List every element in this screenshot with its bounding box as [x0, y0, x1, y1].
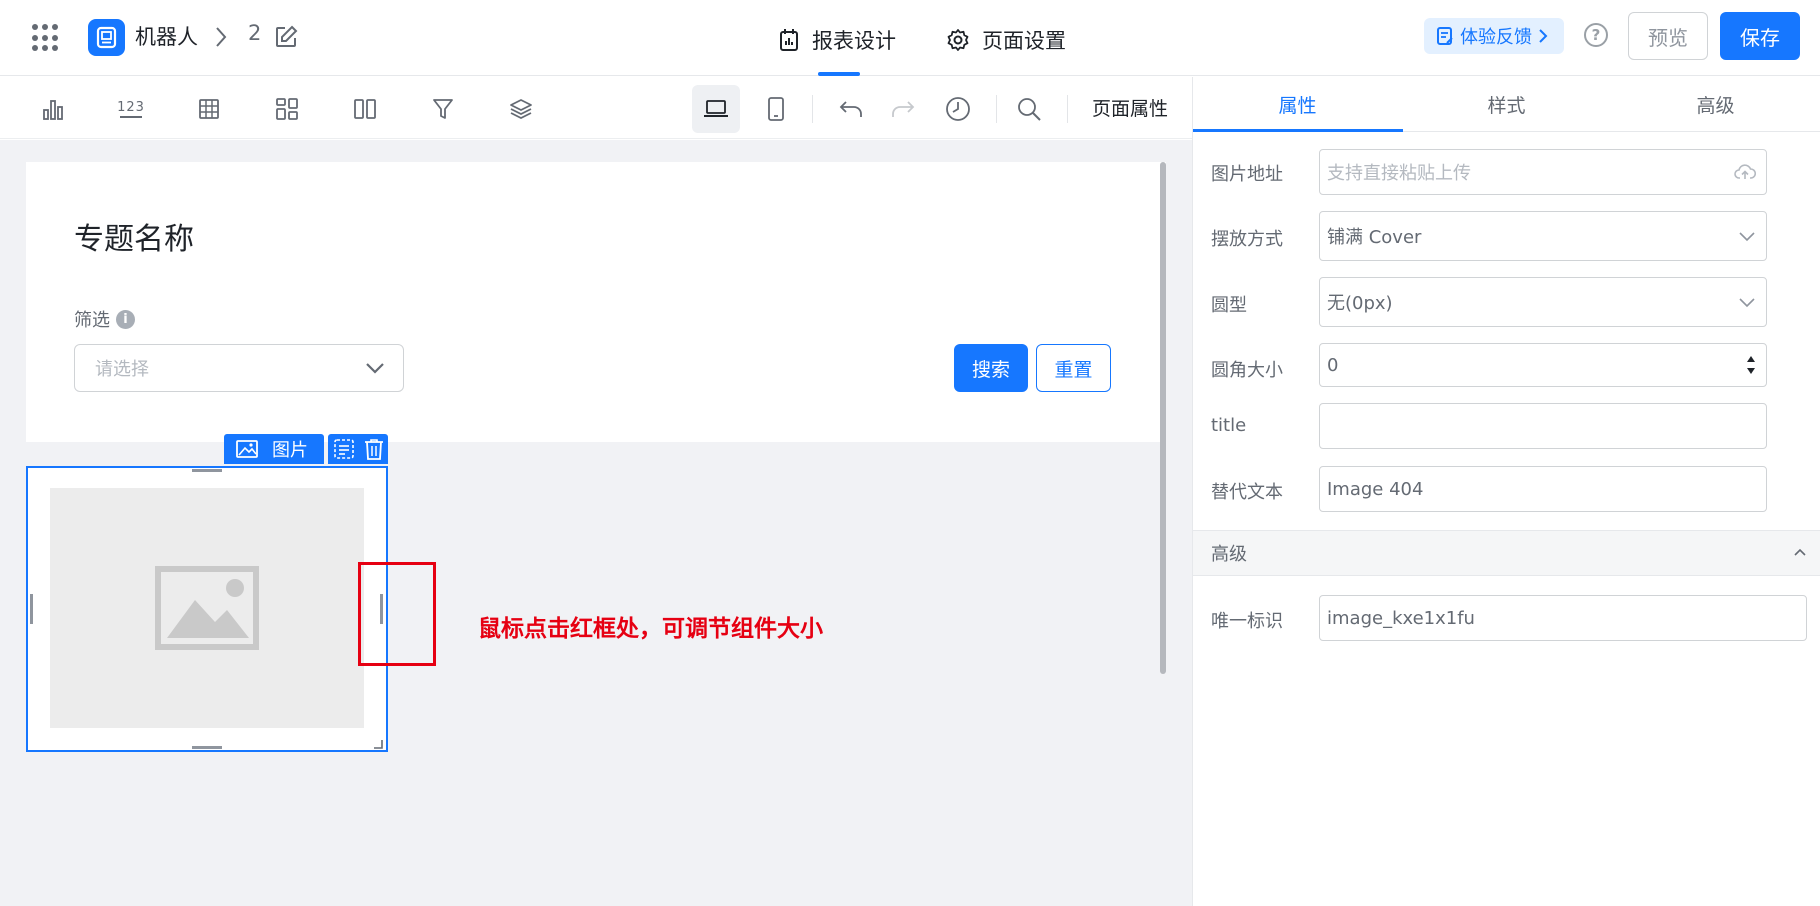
feedback-button[interactable]: 体验反馈 [1424, 18, 1564, 54]
cloud-upload-icon[interactable] [1734, 163, 1756, 181]
save-button[interactable]: 保存 [1720, 12, 1800, 60]
info-icon: i [116, 309, 135, 329]
active-tab-indicator [1193, 129, 1403, 132]
image-url-field[interactable]: 支持直接粘贴上传 [1319, 149, 1767, 195]
chevron-down-icon [1738, 230, 1756, 242]
filter-label: 筛选 i [74, 306, 135, 332]
page-number: 2 [248, 21, 262, 45]
mobile-icon[interactable] [752, 85, 800, 133]
title-label: title [1211, 415, 1247, 436]
radius-stepper[interactable]: 0 [1319, 343, 1767, 387]
desktop-icon[interactable] [692, 85, 740, 133]
undo-icon[interactable] [827, 85, 875, 133]
image-widget[interactable] [26, 466, 388, 752]
tab-properties[interactable]: 属性 [1193, 77, 1402, 131]
help-icon[interactable]: ? [1584, 23, 1608, 47]
unique-id-field[interactable]: image_kxe1x1fu [1319, 595, 1807, 641]
toolbar-divider [1067, 95, 1068, 123]
annotation-text: 鼠标点击红框处，可调节组件大小 [478, 615, 823, 642]
tab-report-design[interactable]: 报表设计 [778, 25, 896, 55]
app-menu-icon[interactable] [32, 24, 60, 52]
edit-icon[interactable] [274, 25, 298, 49]
feedback-icon [1436, 26, 1454, 46]
chevron-right-icon [214, 26, 228, 48]
image-widget-actions [328, 434, 388, 464]
chevron-down-icon [1738, 296, 1756, 308]
designer-toolbar: 123 页面属性 [0, 77, 1192, 139]
alt-text-field[interactable]: Image 404 [1319, 466, 1767, 512]
app-name[interactable]: 机器人 [135, 21, 198, 51]
chevron-down-icon [365, 361, 385, 375]
filter-icon[interactable] [419, 85, 467, 133]
stepper-up-icon [1747, 356, 1755, 362]
app-logo-icon [88, 19, 125, 56]
unique-id-label: 唯一标识 [1211, 611, 1283, 632]
page-properties-button[interactable]: 页面属性 [1092, 94, 1168, 121]
stepper-arrows[interactable] [1746, 355, 1756, 375]
tab-label: 报表设计 [812, 29, 896, 53]
image-widget-tag[interactable]: 图片 [224, 434, 324, 464]
image-url-label: 图片地址 [1211, 164, 1283, 185]
filter-select[interactable]: 请选择 [74, 344, 404, 392]
gear-icon [946, 28, 970, 52]
preview-button[interactable]: 预览 [1628, 12, 1708, 60]
report-icon [778, 28, 800, 52]
stepper-down-icon [1747, 368, 1755, 374]
tab-advanced[interactable]: 高级 [1611, 77, 1820, 131]
shape-label: 圆型 [1211, 295, 1247, 316]
image-icon [236, 440, 258, 458]
design-canvas: 专题名称 筛选 i 请选择 搜索 重置 图片 鼠标点击红框处，可调节组件大小 [0, 140, 1192, 906]
number-icon[interactable]: 123 [107, 85, 155, 133]
radius-label: 圆角大小 [1211, 360, 1283, 381]
tab-page-settings[interactable]: 页面设置 [946, 25, 1066, 55]
redo-icon[interactable] [879, 85, 927, 133]
bar-chart-icon[interactable] [29, 85, 77, 133]
alt-text-label: 替代文本 [1211, 482, 1283, 503]
history-icon[interactable] [934, 85, 982, 133]
toolbar-divider [812, 95, 813, 123]
search-button[interactable]: 搜索 [954, 344, 1028, 392]
filter-panel: 专题名称 筛选 i 请选择 搜索 重置 [26, 162, 1166, 442]
table-icon[interactable] [185, 85, 233, 133]
annotation-highlight-box [358, 562, 436, 666]
page-title[interactable]: 专题名称 [74, 214, 194, 258]
image-widget-label: 图片 [272, 440, 308, 461]
canvas-scrollbar[interactable] [1160, 162, 1166, 674]
tab-label: 页面设置 [982, 29, 1066, 53]
picture-placeholder-icon [155, 566, 259, 650]
toolbar-divider [996, 95, 997, 123]
resize-handle-left[interactable] [30, 594, 33, 624]
fit-mode-select[interactable]: 铺满 Cover [1319, 211, 1767, 261]
properties-panel: 属性 样式 高级 图片地址 支持直接粘贴上传 摆放方式 铺满 Cover 圆型 … [1192, 77, 1820, 906]
shape-select[interactable]: 无(0px) [1319, 277, 1767, 327]
top-header: 机器人 2 报表设计 页面设置 体验反馈 ? 预览 保存 [0, 0, 1820, 76]
tab-style[interactable]: 样式 [1402, 77, 1611, 131]
active-tab-indicator [818, 72, 860, 76]
search-icon[interactable] [1005, 85, 1053, 133]
columns-icon[interactable] [341, 85, 389, 133]
reset-button[interactable]: 重置 [1036, 344, 1111, 392]
title-field[interactable] [1319, 403, 1767, 449]
chevron-right-icon [1538, 28, 1548, 44]
delete-icon[interactable] [364, 438, 384, 460]
resize-corner-icon[interactable] [372, 738, 384, 750]
image-placeholder [50, 488, 364, 728]
advanced-section-header[interactable]: 高级 [1193, 530, 1820, 576]
chevron-up-icon [1793, 547, 1807, 557]
grid-layout-icon[interactable] [263, 85, 311, 133]
resize-handle-top[interactable] [192, 469, 222, 472]
resize-handle-bottom[interactable] [192, 746, 222, 749]
fit-mode-label: 摆放方式 [1211, 229, 1283, 250]
layers-icon[interactable] [497, 85, 545, 133]
feedback-label: 体验反馈 [1460, 27, 1532, 48]
copy-icon[interactable] [333, 438, 355, 460]
